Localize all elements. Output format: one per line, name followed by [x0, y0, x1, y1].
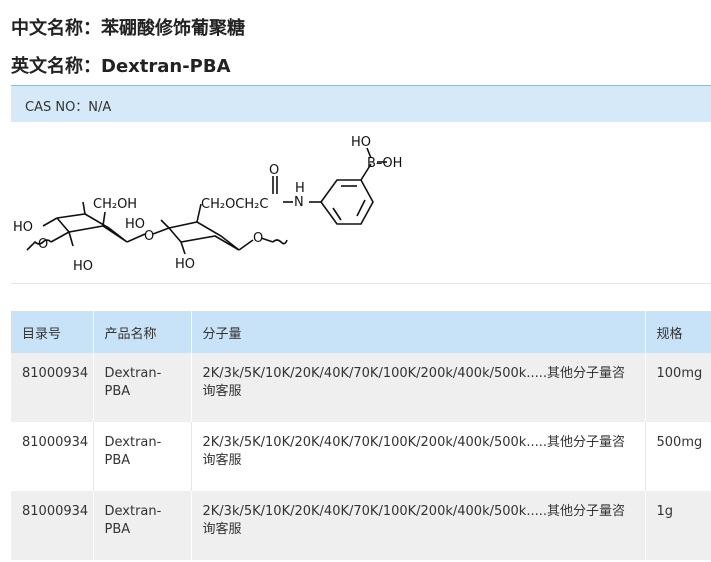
table-row: 81000934 Dextran-PBA 2K/3k/5K/10K/20K/40… [11, 491, 711, 560]
structure-label-b-oh: B–OH [367, 156, 402, 171]
cell-catalog-number: 81000934 [11, 353, 94, 422]
table-row: 81000934 Dextran-PBA 2K/3k/5K/10K/20K/40… [11, 353, 711, 422]
header-product-name: 产品名称 [93, 311, 192, 353]
english-name-row: 英文名称：Dextran-PBA [11, 52, 231, 78]
chinese-name-label: 中文名称： [11, 18, 101, 39]
header-catalog-number: 目录号 [11, 311, 94, 353]
structure-label-ho-top: HO [351, 135, 371, 150]
header-package-size: 规格 [645, 311, 711, 353]
cell-molecular-weight: 2K/3k/5K/10K/20K/40K/70K/100K/200k/400k/… [191, 422, 646, 491]
english-name-label: 英文名称： [11, 56, 101, 77]
cas-number: CAS NO：N/A [25, 100, 112, 115]
structure-label-ch2oh: CH₂OH [93, 197, 137, 212]
chinese-name-value: 苯硼酸修饰葡聚糖 [101, 18, 245, 39]
section-divider [11, 283, 711, 284]
structure-label-o-bridge: O [144, 229, 154, 244]
cell-package-size: 500mg [645, 422, 711, 491]
cell-package-size: 1g [645, 491, 711, 560]
chemical-structure-diagram: HO B–OH O N H CH₂OH CH₂OCH₂C HO HO O O O… [13, 135, 402, 274]
structure-label-ho-mid: HO [125, 217, 145, 232]
table-row: 81000934 Dextran-PBA 2K/3k/5K/10K/20K/40… [11, 422, 711, 491]
structure-label-ch2och2c: CH₂OCH₂C [201, 197, 268, 212]
cell-package-size: 100mg [645, 353, 711, 422]
cell-product-name: Dextran-PBA [93, 353, 192, 422]
cell-catalog-number: 81000934 [11, 491, 94, 560]
structure-label-h: H [295, 181, 305, 196]
chinese-name-row: 中文名称：苯硼酸修饰葡聚糖 [11, 14, 245, 40]
structure-label-o-right: O [253, 231, 263, 246]
structure-label-ho-bottom-2: HO [175, 257, 195, 272]
cell-catalog-number: 81000934 [11, 422, 94, 491]
cell-product-name: Dextran-PBA [93, 491, 192, 560]
structure-label-ho-bottom-1: HO [73, 259, 93, 274]
cell-molecular-weight: 2K/3k/5K/10K/20K/40K/70K/100K/200k/400k/… [191, 353, 646, 422]
cell-product-name: Dextran-PBA [93, 422, 192, 491]
structure-label-ho-left: HO [13, 220, 33, 235]
cas-bar: CAS NO：N/A [11, 85, 711, 122]
structure-label-n: N [294, 195, 304, 210]
cell-molecular-weight: 2K/3k/5K/10K/20K/40K/70K/100K/200k/400k/… [191, 491, 646, 560]
english-name-value: Dextran-PBA [101, 56, 231, 77]
header-molecular-weight: 分子量 [191, 311, 646, 353]
structure-label-o-left: O [38, 237, 48, 252]
product-spec-table: 目录号 产品名称 分子量 规格 81000934 Dextran-PBA 2K/… [11, 311, 711, 560]
table-header-row: 目录号 产品名称 分子量 规格 [11, 311, 711, 353]
structure-label-carbonyl-o: O [269, 163, 279, 178]
